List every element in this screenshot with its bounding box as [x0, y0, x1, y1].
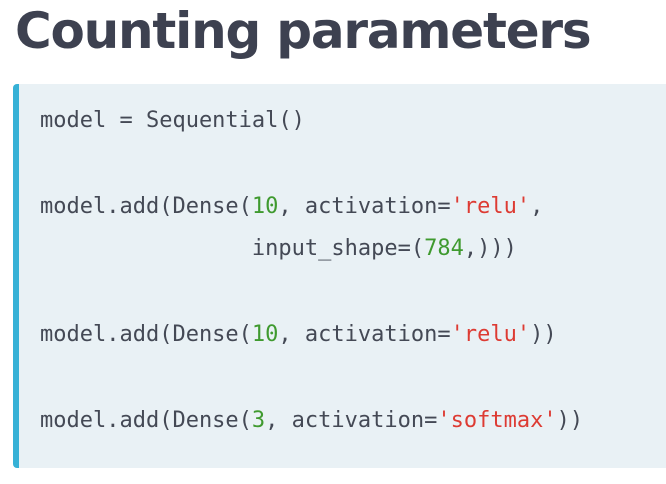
code-text: model.add(Dense(: [40, 194, 252, 219]
slide-title: Counting parameters: [15, 2, 592, 60]
number-literal: 784: [424, 236, 464, 261]
code-text: ,: [530, 194, 544, 219]
string-literal: 'relu': [450, 322, 531, 347]
code-line-dense-output: model.add(Dense(3, activation='softmax')…: [40, 408, 583, 434]
code-text: input_shape=(: [40, 236, 425, 261]
code-line-input-shape: input_shape=(784,))): [40, 236, 517, 262]
code-text: , activation=: [278, 322, 451, 347]
code-text: ,))): [463, 236, 517, 261]
code-text: model = Sequential(): [40, 108, 305, 133]
code-line-dense-1: model.add(Dense(10, activation='relu',: [40, 194, 543, 220]
string-literal: 'relu': [450, 194, 531, 219]
code-line-model-init: model = Sequential(): [40, 108, 305, 134]
string-literal: 'softmax': [437, 408, 557, 433]
slide: Counting parameters model = Sequential()…: [0, 0, 666, 484]
code-text: model.add(Dense(: [40, 408, 252, 433]
code-text: , activation=: [265, 408, 438, 433]
code-text: , activation=: [278, 194, 451, 219]
code-block: model = Sequential() model.add(Dense(10,…: [13, 84, 666, 468]
code-line-dense-2: model.add(Dense(10, activation='relu')): [40, 322, 557, 348]
code-text: model.add(Dense(: [40, 322, 252, 347]
code-text: )): [556, 408, 584, 433]
number-literal: 10: [251, 194, 279, 219]
code-text: )): [530, 322, 557, 347]
number-literal: 3: [251, 408, 266, 433]
number-literal: 10: [251, 322, 279, 347]
